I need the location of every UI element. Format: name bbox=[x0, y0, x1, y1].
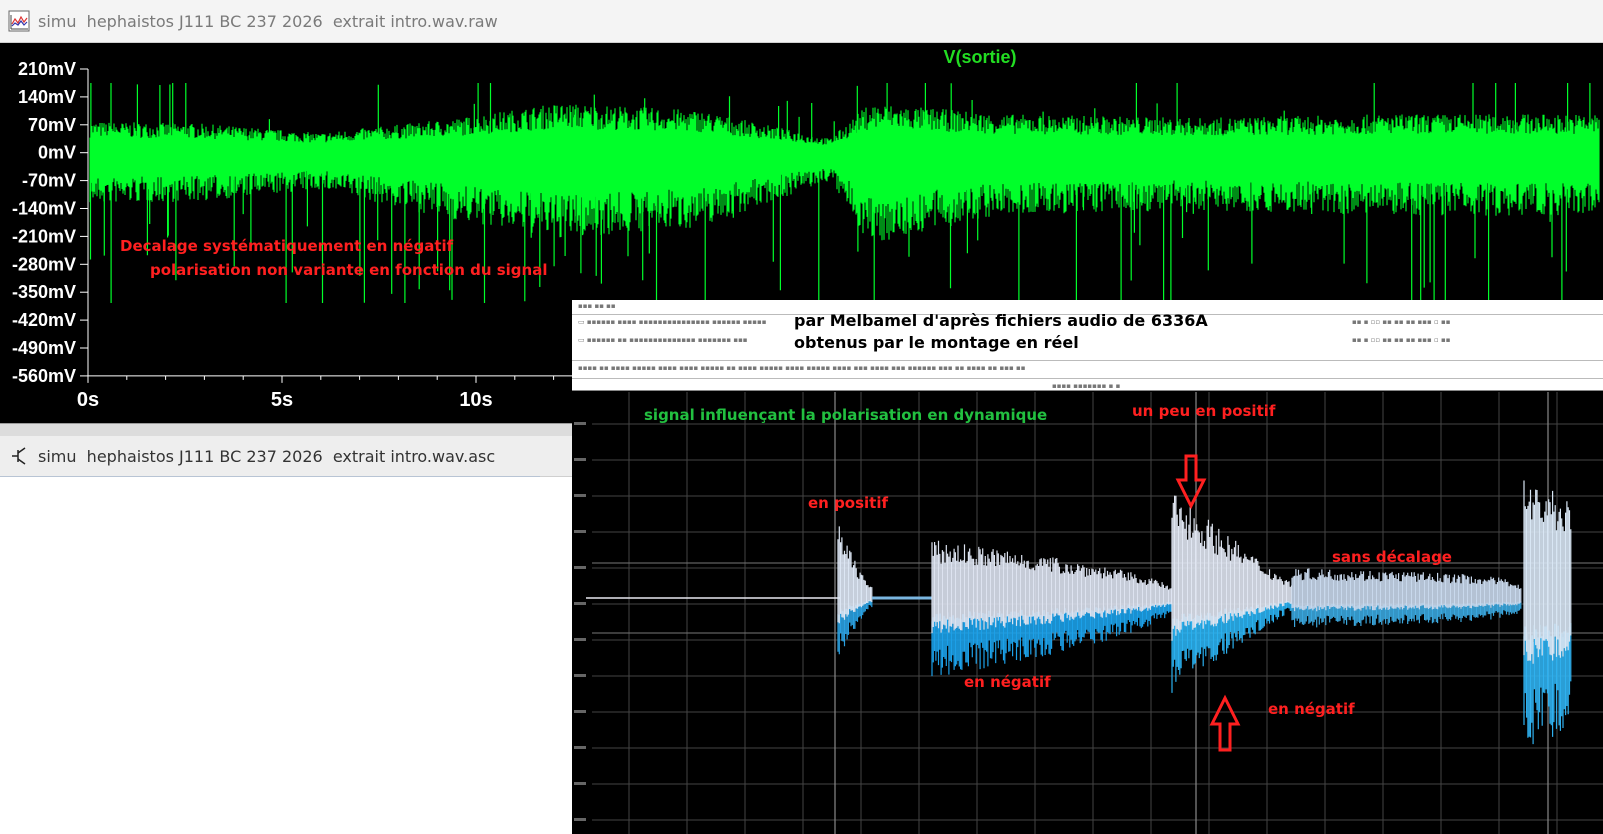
y-tick-label: -490mV bbox=[12, 338, 76, 358]
x-tick-label: 5s bbox=[271, 389, 293, 411]
audio-editor-screenshot: ▪▪▪ ▪▪ ▪▪ ▭ ▪▪▪▪▪▪ ▪▪▪▪ ▪▪▪▪▪▪▪▪▪▪▪▪▪▪▪ … bbox=[572, 300, 1603, 834]
y-tick-label: -70mV bbox=[22, 171, 76, 191]
y-tick-label: -420mV bbox=[12, 310, 76, 330]
annotation-slightly-positive: un peu en positif bbox=[1132, 402, 1276, 420]
y-tick-label: 140mV bbox=[18, 87, 76, 107]
y-tick-label: -350mV bbox=[12, 282, 76, 302]
trace-name[interactable]: V(sortie) bbox=[943, 47, 1016, 67]
y-tick-label: -140mV bbox=[12, 199, 76, 219]
audio-waveform-view bbox=[574, 392, 1603, 834]
annotation-negative-1: en négatif bbox=[964, 673, 1051, 691]
y-tick-label: -280mV bbox=[12, 254, 76, 274]
annotation-signal-influence: signal influençant la polarisation en dy… bbox=[644, 406, 1048, 424]
arrow-down-icon bbox=[1175, 454, 1207, 510]
y-tick-label: 210mV bbox=[18, 59, 76, 79]
annotation-bias-invariant: polarisation non variante en fonction du… bbox=[150, 261, 548, 279]
window-title-bar-raw[interactable]: simu hephaistos J111 BC 237 2026 extrait… bbox=[0, 0, 1603, 43]
annotation-no-offset: sans décalage bbox=[1332, 548, 1452, 566]
audio-waveform bbox=[586, 480, 1572, 745]
y-tick-label: 70mV bbox=[28, 115, 76, 135]
waveform-viewer-icon bbox=[8, 10, 30, 32]
schematic-icon bbox=[12, 447, 26, 465]
window-title: simu hephaistos J111 BC 237 2026 extrait… bbox=[38, 446, 496, 466]
annotation-negative-2: en négatif bbox=[1268, 700, 1355, 718]
y-tick-label: -560mV bbox=[12, 366, 76, 386]
annotation-positive-1: en positif bbox=[808, 494, 889, 512]
schematic-area[interactable] bbox=[0, 477, 580, 834]
y-tick-label: 0mV bbox=[38, 143, 76, 163]
y-tick-label: -210mV bbox=[12, 226, 76, 246]
trace-envelope bbox=[89, 104, 1600, 241]
arrow-up-icon bbox=[1209, 694, 1241, 752]
x-tick-label: 0s bbox=[77, 389, 99, 411]
x-tick-label: 10s bbox=[459, 389, 492, 411]
window-title: simu hephaistos J111 BC 237 2026 extrait… bbox=[38, 11, 498, 31]
annotation-offset-negative: Decalage systématiquement en négatif bbox=[120, 237, 454, 255]
